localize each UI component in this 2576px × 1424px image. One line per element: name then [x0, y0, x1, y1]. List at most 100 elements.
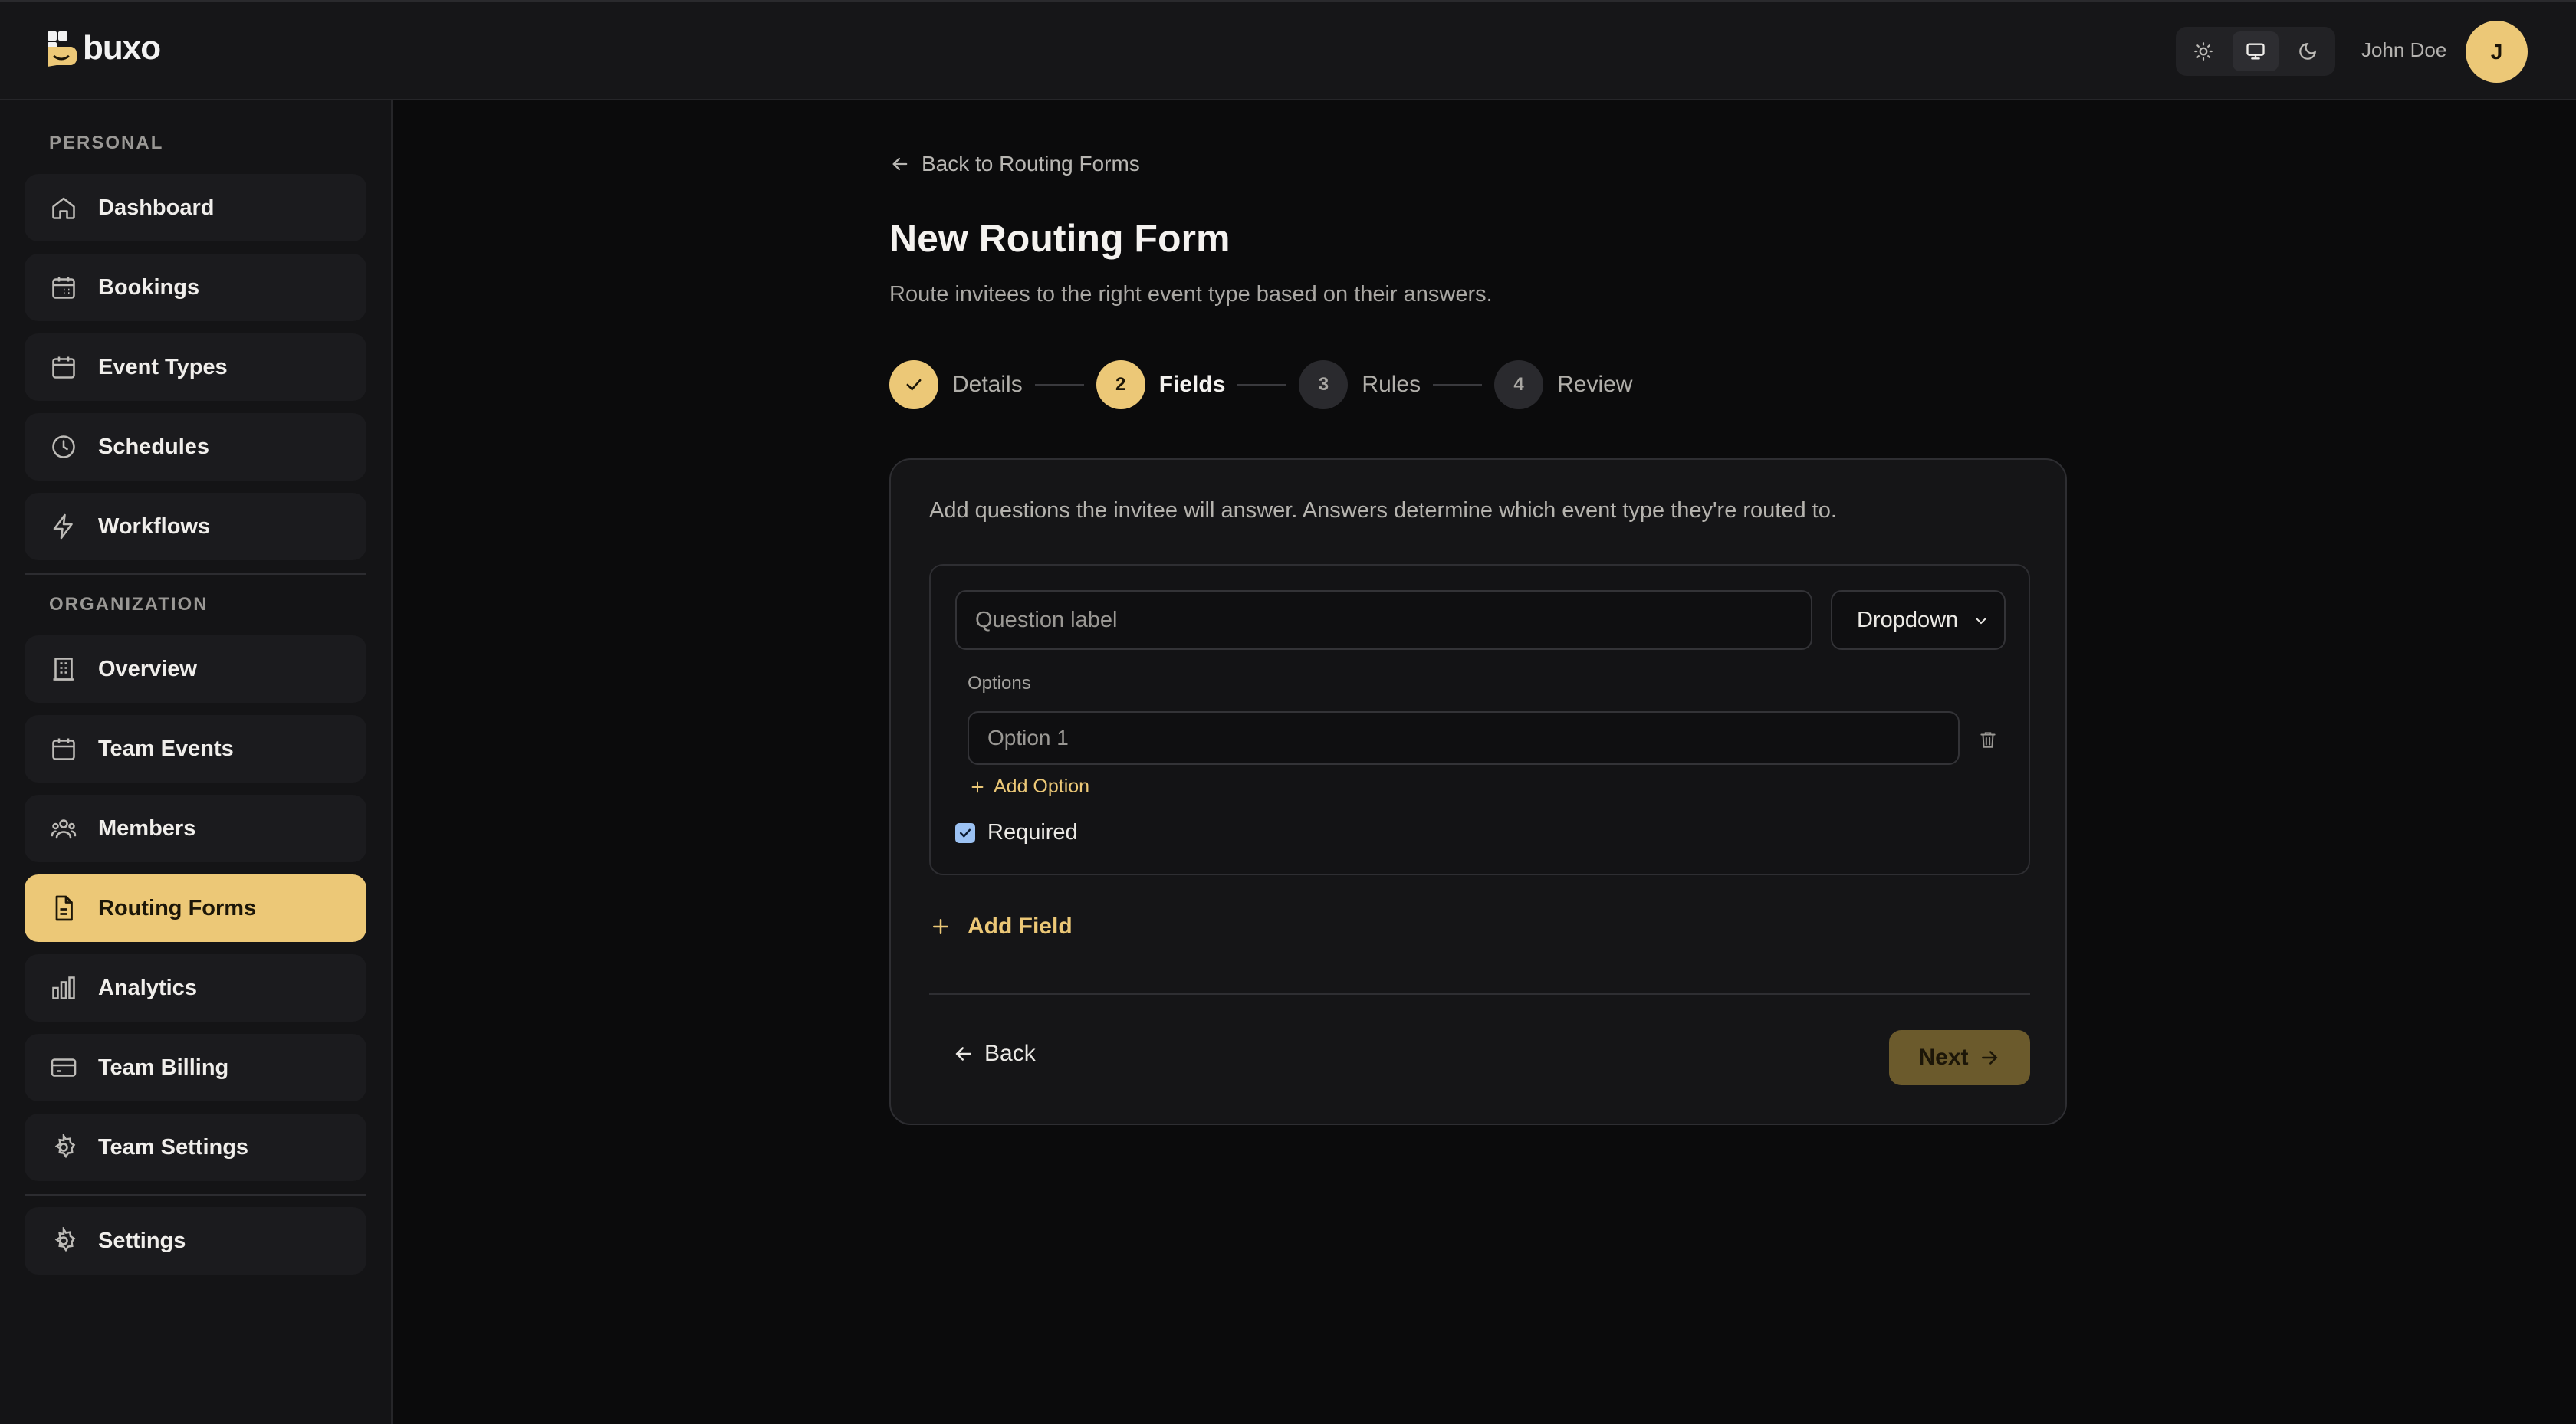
sun-icon — [2194, 42, 2213, 61]
delete-option-button[interactable] — [1975, 727, 2001, 753]
brand-logo[interactable]: buxo — [46, 29, 161, 67]
theme-switcher — [2176, 27, 2335, 76]
page-title: New Routing Form — [889, 217, 1230, 260]
back-button[interactable]: Back — [952, 1041, 1036, 1067]
gear-icon — [49, 1133, 78, 1162]
sidebar-divider — [25, 1194, 366, 1196]
avatar[interactable]: J — [2466, 21, 2528, 83]
field-type-value: Dropdown — [1857, 607, 1959, 632]
sidebar: PERSONAL Dashboard Bookings Event Types … — [0, 100, 393, 1424]
step-connector — [1034, 384, 1084, 386]
monitor-icon — [2246, 43, 2265, 60]
system-theme-button[interactable] — [2233, 31, 2279, 71]
required-checkbox[interactable] — [955, 822, 975, 843]
add-option-button[interactable]: Add Option — [969, 776, 1089, 798]
add-field-button[interactable]: Add Field — [929, 914, 1073, 940]
section-label-personal: PERSONAL — [49, 133, 164, 153]
sidebar-item-workflows[interactable]: Workflows — [25, 493, 366, 560]
sidebar-item-analytics[interactable]: Analytics — [25, 954, 366, 1022]
document-icon — [49, 894, 78, 923]
sidebar-item-settings[interactable]: Settings — [25, 1207, 366, 1275]
step-connector — [1433, 384, 1483, 386]
calendar-icon — [49, 734, 78, 763]
step-number: 3 — [1299, 360, 1349, 409]
sidebar-item-team-billing[interactable]: Team Billing — [25, 1034, 366, 1101]
step-complete-badge — [889, 360, 938, 409]
step-review[interactable]: 4 Review — [1494, 360, 1632, 409]
sidebar-item-overview[interactable]: Overview — [25, 635, 366, 703]
credit-card-icon — [49, 1053, 78, 1082]
top-bar: buxo John Doe J — [0, 0, 2576, 100]
required-toggle[interactable]: Required — [955, 820, 1078, 845]
step-connector — [1237, 384, 1287, 386]
sidebar-item-bookings[interactable]: Bookings — [25, 254, 366, 321]
users-icon — [49, 814, 78, 843]
add-option-label: Add Option — [994, 776, 1090, 797]
step-number: 4 — [1494, 360, 1544, 409]
question-label-input[interactable] — [955, 590, 1812, 650]
card-divider — [929, 993, 2030, 995]
sidebar-item-members[interactable]: Members — [25, 795, 366, 862]
building-icon — [49, 655, 78, 684]
step-rules[interactable]: 3 Rules — [1299, 360, 1421, 409]
step-label: Details — [952, 372, 1023, 397]
stepper: Details 2 Fields 3 Rules 4 Review — [889, 360, 1632, 409]
trash-icon — [1980, 732, 1996, 748]
moon-icon — [2299, 42, 2317, 60]
step-label: Review — [1557, 372, 1633, 397]
sidebar-item-label: Overview — [98, 656, 197, 681]
user-name[interactable]: John Doe — [2361, 38, 2446, 62]
gear-icon — [49, 1226, 78, 1255]
chevron-down-icon — [1976, 618, 1986, 625]
sidebar-item-label: Settings — [98, 1228, 186, 1253]
sidebar-item-team-events[interactable]: Team Events — [25, 715, 366, 783]
arrow-left-icon — [955, 1047, 971, 1061]
calendar-icon — [49, 273, 78, 302]
step-fields[interactable]: 2 Fields — [1096, 360, 1226, 409]
calendar-icon — [49, 353, 78, 382]
step-label: Fields — [1158, 372, 1226, 397]
sidebar-item-label: Members — [98, 815, 196, 841]
sidebar-item-schedules[interactable]: Schedules — [25, 413, 366, 481]
add-field-label: Add Field — [968, 914, 1073, 939]
dark-theme-button[interactable] — [2285, 31, 2331, 71]
sidebar-item-label: Routing Forms — [98, 895, 257, 920]
step-number: 2 — [1096, 360, 1145, 409]
sidebar-item-label: Schedules — [98, 434, 210, 459]
back-link-label: Back to Routing Forms — [922, 152, 1140, 176]
sidebar-item-team-settings[interactable]: Team Settings — [25, 1114, 366, 1181]
sidebar-item-label: Dashboard — [98, 195, 215, 220]
sidebar-item-label: Analytics — [98, 975, 197, 1000]
back-button-label: Back — [984, 1041, 1036, 1066]
sidebar-item-label: Team Events — [98, 736, 234, 761]
logo-mark-icon — [46, 30, 78, 67]
home-icon — [49, 193, 78, 222]
sidebar-item-label: Team Billing — [98, 1055, 229, 1080]
next-button[interactable]: Next — [1889, 1030, 2030, 1085]
back-to-routing-forms-link[interactable]: Back to Routing Forms — [889, 152, 1140, 176]
step-label: Rules — [1362, 372, 1421, 397]
sidebar-item-label: Bookings — [98, 274, 200, 300]
bar-chart-icon — [49, 973, 78, 1002]
step-details[interactable]: Details — [889, 360, 1023, 409]
clock-icon — [49, 432, 78, 461]
sidebar-item-routing-forms[interactable]: Routing Forms — [25, 874, 366, 942]
field-type-select[interactable]: Dropdown — [1831, 590, 2006, 650]
option-input[interactable] — [968, 711, 1960, 765]
sidebar-item-label: Event Types — [98, 354, 228, 379]
next-button-label: Next — [1918, 1045, 1969, 1070]
sidebar-item-label: Team Settings — [98, 1134, 249, 1160]
brand-name: buxo — [83, 29, 161, 67]
plus-icon — [933, 919, 948, 934]
fields-intro-text: Add questions the invitee will answer. A… — [929, 498, 1837, 523]
required-label: Required — [987, 820, 1078, 845]
question-field-card: Dropdown Options Add Option Required — [929, 564, 2030, 875]
sidebar-item-event-types[interactable]: Event Types — [25, 333, 366, 401]
options-label: Options — [968, 673, 1031, 694]
section-label-organization: ORGANIZATION — [49, 594, 209, 615]
light-theme-button[interactable] — [2180, 31, 2226, 71]
arrow-left-icon — [892, 157, 908, 171]
lightning-icon — [49, 512, 78, 541]
sidebar-item-dashboard[interactable]: Dashboard — [25, 174, 366, 241]
page-subtitle: Route invitees to the right event type b… — [889, 282, 1493, 307]
